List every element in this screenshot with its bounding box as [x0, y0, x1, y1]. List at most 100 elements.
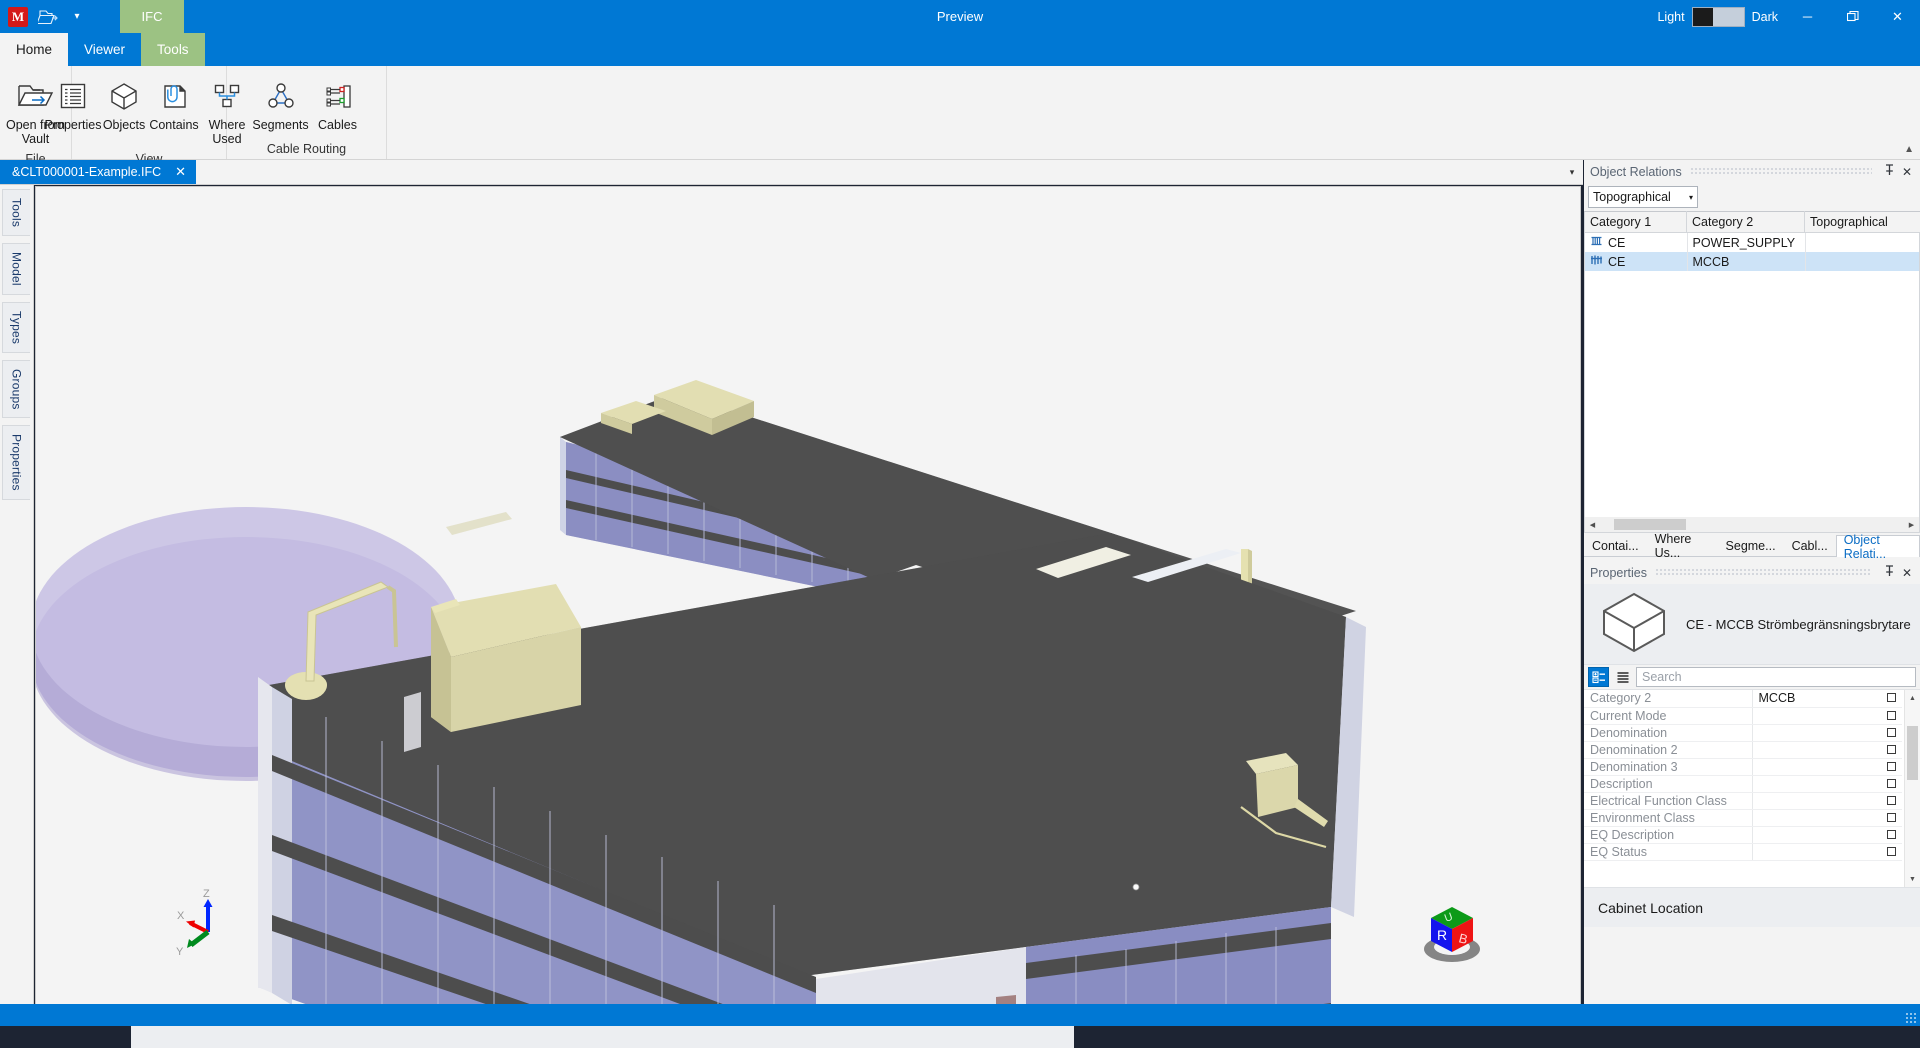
property-value[interactable]	[1752, 826, 1880, 844]
tab-segments[interactable]: Segme...	[1718, 535, 1784, 556]
scroll-left-arrow-icon[interactable]: ◀	[1585, 517, 1600, 532]
property-editor-button[interactable]	[1880, 758, 1902, 776]
object-relations-pin-icon[interactable]	[1880, 164, 1898, 179]
tab-cables[interactable]: Cabl...	[1784, 535, 1836, 556]
property-value[interactable]	[1752, 775, 1880, 793]
document-tab-close-icon[interactable]: ✕	[175, 164, 186, 180]
scroll-right-arrow-icon[interactable]: ▶	[1904, 517, 1919, 532]
property-value[interactable]	[1752, 724, 1880, 742]
property-editor-button[interactable]	[1880, 843, 1902, 861]
sidebar-item-groups[interactable]: Groups	[2, 359, 30, 419]
property-editor-button[interactable]	[1880, 724, 1902, 742]
properties-grid[interactable]: Category 2 MCCB Current Mode Denominatio…	[1584, 689, 1920, 887]
objects-button[interactable]: Objects	[101, 72, 147, 136]
property-value[interactable]	[1752, 792, 1880, 810]
relation-breaker-icon	[1590, 254, 1603, 269]
property-editor-button[interactable]	[1880, 690, 1902, 708]
contains-button[interactable]: Contains	[147, 72, 201, 136]
object-relations-drag-grip[interactable]	[1689, 167, 1872, 176]
property-name: Denomination 3	[1584, 758, 1753, 776]
list-item[interactable]: Current Mode	[1584, 707, 1902, 725]
properties-hero: CE - MCCB Strömbegränsningsbrytare	[1584, 584, 1920, 665]
scroll-down-arrow-icon[interactable]: ▼	[1905, 871, 1920, 887]
search-input[interactable]	[1636, 667, 1916, 687]
property-editor-button[interactable]	[1880, 809, 1902, 827]
column-header-category1[interactable]: Category 1	[1584, 211, 1687, 233]
list-item[interactable]: Electrical Function Class	[1584, 792, 1902, 810]
customize-caret-icon[interactable]: ▾	[70, 10, 84, 24]
resize-grip-icon[interactable]	[1905, 1012, 1917, 1024]
property-value[interactable]	[1752, 741, 1880, 759]
object-relations-title: Object Relations	[1590, 164, 1682, 179]
search-input-field[interactable]	[1642, 670, 1910, 684]
close-button[interactable]: ✕	[1875, 0, 1920, 33]
tab-object-relations[interactable]: Object Relati...	[1835, 533, 1920, 561]
list-item[interactable]: Description	[1584, 775, 1902, 793]
view-cube-left-label: R	[1437, 927, 1447, 943]
list-item[interactable]: Category 2 MCCB	[1584, 690, 1902, 708]
relations-horizontal-scrollbar[interactable]: ◀ ▶	[1585, 517, 1919, 532]
property-value[interactable]	[1752, 707, 1880, 725]
alphabetical-view-icon[interactable]	[1612, 667, 1633, 687]
table-row[interactable]: CE MCCB	[1585, 252, 1919, 271]
property-editor-button[interactable]	[1880, 741, 1902, 759]
sidebar-item-tools[interactable]: Tools	[2, 189, 30, 237]
properties-toolbar	[1584, 665, 1920, 689]
list-item[interactable]: EQ Description	[1584, 826, 1902, 844]
list-item[interactable]: Denomination 2	[1584, 741, 1902, 759]
properties-button[interactable]: Properties	[45, 72, 102, 136]
app-logo-icon: M	[8, 6, 28, 27]
property-editor-button[interactable]	[1880, 707, 1902, 725]
taskbar-active-window[interactable]	[131, 1026, 1074, 1048]
maximize-button[interactable]	[1830, 0, 1875, 33]
cables-button[interactable]: Cables	[312, 72, 364, 136]
property-editor-button[interactable]	[1880, 826, 1902, 844]
property-value[interactable]: MCCB	[1752, 690, 1880, 708]
minimize-button[interactable]: ─	[1785, 0, 1830, 33]
scroll-thumb[interactable]	[1907, 726, 1918, 780]
object-relations-grid[interactable]: CE POWER_SUPPLY CE MCCB ◀ ▶	[1584, 233, 1920, 533]
model-viewport[interactable]: Z X Y U R B	[35, 186, 1581, 1018]
scroll-up-arrow-icon[interactable]: ▲	[1905, 690, 1920, 706]
tab-contains[interactable]: Contai...	[1584, 535, 1647, 556]
document-tab[interactable]: &CLT000001-Example.IFC ✕	[0, 160, 197, 184]
property-value[interactable]	[1752, 843, 1880, 861]
properties-drag-grip[interactable]	[1654, 568, 1872, 577]
sidebar-item-types[interactable]: Types	[2, 301, 30, 353]
categorized-view-icon[interactable]	[1588, 667, 1609, 687]
list-item[interactable]: Environment Class	[1584, 809, 1902, 827]
theme-light-label: Light	[1657, 9, 1685, 24]
cell-topographical	[1805, 233, 1919, 252]
sidebar-item-properties[interactable]: Properties	[2, 425, 30, 500]
segments-button[interactable]: Segments	[250, 72, 312, 136]
property-value[interactable]	[1752, 758, 1880, 776]
properties-vertical-scrollbar[interactable]: ▲ ▼	[1904, 690, 1920, 887]
relations-dock-tab-strip: Contai... Where Us... Segme... Cabl... O…	[1584, 532, 1920, 561]
sidebar-item-tools-label: Tools	[9, 198, 24, 228]
scroll-thumb[interactable]	[1614, 519, 1686, 530]
list-item[interactable]: EQ Status	[1584, 843, 1902, 861]
open-icon[interactable]	[38, 7, 60, 27]
table-row[interactable]: CE POWER_SUPPLY	[1585, 233, 1919, 252]
document-tabs-overflow-caret-icon[interactable]: ▾	[1561, 160, 1583, 184]
cell-category2: POWER_SUPPLY	[1687, 233, 1806, 252]
property-value[interactable]	[1752, 809, 1880, 827]
tab-viewer[interactable]: Viewer	[68, 33, 141, 66]
properties-close-icon[interactable]: ✕	[1898, 566, 1916, 580]
properties-pin-icon[interactable]	[1880, 565, 1898, 580]
theme-toggle-switch[interactable]	[1691, 6, 1745, 27]
sidebar-item-model[interactable]: Model	[2, 243, 30, 295]
tab-where-used[interactable]: Where Us...	[1647, 532, 1718, 560]
property-editor-button[interactable]	[1880, 775, 1902, 793]
property-editor-button[interactable]	[1880, 792, 1902, 810]
object-relations-close-icon[interactable]: ✕	[1898, 165, 1916, 179]
tab-home[interactable]: Home	[0, 33, 69, 66]
list-item[interactable]: Denomination	[1584, 724, 1902, 742]
ribbon-collapse-caret-icon[interactable]: ▲	[1904, 144, 1914, 155]
column-header-topographical[interactable]: Topographical	[1804, 211, 1920, 233]
list-item[interactable]: Denomination 3	[1584, 758, 1902, 776]
column-header-category2[interactable]: Category 2	[1686, 211, 1805, 233]
relations-filter-combo[interactable]: Topographical ▾	[1588, 186, 1698, 208]
view-cube[interactable]: U R B	[1416, 897, 1488, 969]
tab-ifc-tools[interactable]: Tools	[141, 33, 205, 66]
